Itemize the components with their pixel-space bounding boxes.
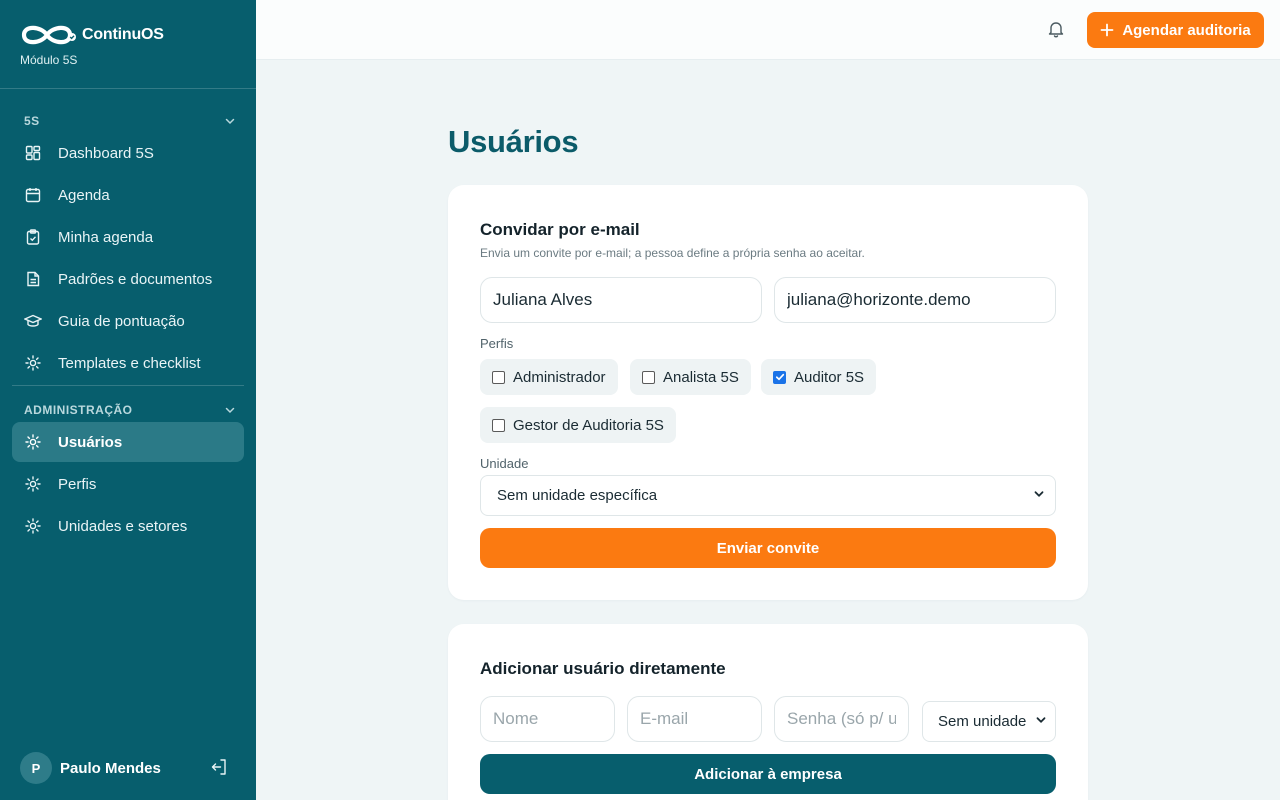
sidebar-item-label: Unidades e setores: [58, 517, 188, 535]
sidebar: ContinuOS Módulo 5S 5S Dashboard 5S Agen…: [0, 0, 256, 800]
checkbox[interactable]: [642, 370, 655, 384]
invite-title: Convidar por e-mail: [480, 220, 640, 239]
sidebar-item-usuarios[interactable]: Usuários: [12, 422, 244, 462]
calendar-icon: [24, 186, 42, 204]
profile-label: Gestor de Auditoria 5S: [513, 416, 664, 434]
chevron-down-icon: [224, 404, 236, 416]
chevron-down-icon: [1035, 713, 1047, 730]
unit-select[interactable]: Sem unidade específica: [480, 475, 1056, 516]
direct-name-input[interactable]: [480, 696, 615, 742]
invite-email-field[interactable]: [774, 277, 1056, 323]
page-title: Usuários: [448, 124, 579, 159]
chevron-down-icon: [224, 115, 236, 127]
brand-name: ContinuOS: [82, 26, 164, 43]
direct-unit-value: Sem unidade: [938, 713, 1027, 730]
user-profile: P Paulo Mendes: [20, 752, 236, 784]
section-5s-toggle[interactable]: 5S: [24, 114, 236, 128]
sidebar-divider: [12, 385, 244, 386]
gear-icon: [24, 433, 42, 451]
plus-icon: [1100, 23, 1114, 37]
sidebar-item-dashboard[interactable]: Dashboard 5S: [12, 133, 244, 173]
clipboard-icon: [24, 228, 42, 246]
direct-unit-select[interactable]: Sem unidade: [922, 701, 1056, 742]
profile-checkbox-analista[interactable]: Analista 5S: [630, 359, 751, 395]
direct-password-input[interactable]: [774, 696, 909, 742]
sidebar-item-guia[interactable]: Guia de pontuação: [12, 301, 244, 341]
topbar: Agendar auditoria: [256, 0, 1280, 60]
profile-checkbox-auditor[interactable]: Auditor 5S: [761, 359, 877, 395]
infinity-logo-icon: [20, 22, 76, 48]
schedule-audit-label: Agendar auditoria: [1122, 21, 1251, 39]
invite-card: Convidar por e-mail Envia um convite por…: [448, 185, 1088, 600]
profile-label: Analista 5S: [663, 368, 739, 386]
document-icon: [24, 270, 42, 288]
sidebar-item-padroes[interactable]: Padrões e documentos: [12, 259, 244, 299]
brand-subtitle: Módulo 5S: [20, 53, 78, 67]
send-invite-button[interactable]: Enviar convite: [480, 528, 1056, 568]
section-admin-toggle[interactable]: ADMINISTRAÇÃO: [24, 403, 236, 417]
logout-icon[interactable]: [210, 758, 228, 781]
sidebar-divider: [0, 88, 256, 89]
gear-icon: [24, 475, 42, 493]
profiles-label: Perfis: [480, 336, 514, 351]
sidebar-item-label: Padrões e documentos: [58, 270, 213, 288]
schedule-audit-button[interactable]: Agendar auditoria: [1087, 12, 1264, 48]
checkbox-checked[interactable]: [773, 370, 786, 384]
sidebar-item-label: Templates e checklist: [58, 354, 201, 372]
gear-icon: [24, 517, 42, 535]
add-to-company-button[interactable]: Adicionar à empresa: [480, 754, 1056, 794]
avatar[interactable]: P: [20, 752, 52, 784]
checkbox[interactable]: [492, 418, 505, 432]
profile-label: Administrador: [513, 368, 606, 386]
unit-label: Unidade: [480, 456, 529, 471]
sidebar-item-agenda[interactable]: Agenda: [12, 175, 244, 215]
sidebar-item-label: Usuários: [58, 433, 123, 451]
bell-icon[interactable]: [1048, 20, 1064, 43]
chevron-down-icon: [1033, 487, 1045, 504]
profile-checkbox-gestor[interactable]: Gestor de Auditoria 5S: [480, 407, 676, 443]
dashboard-icon: [24, 144, 42, 162]
direct-add-title: Adicionar usuário diretamente: [480, 659, 726, 678]
profile-checkbox-administrador[interactable]: Administrador: [480, 359, 618, 395]
sidebar-item-perfis[interactable]: Perfis: [12, 464, 244, 504]
brand: ContinuOS Módulo 5S: [20, 22, 164, 67]
gear-icon: [24, 354, 42, 372]
unit-select-value: Sem unidade específica: [497, 487, 658, 504]
sidebar-item-label: Guia de pontuação: [58, 312, 185, 330]
profile-label: Auditor 5S: [794, 368, 865, 386]
direct-add-card: Adicionar usuário diretamente Sem unidad…: [448, 624, 1088, 800]
sidebar-item-unidades[interactable]: Unidades e setores: [12, 506, 244, 546]
sidebar-item-label: Perfis: [58, 475, 97, 493]
sidebar-item-label: Minha agenda: [58, 228, 154, 246]
sidebar-item-label: Agenda: [58, 186, 110, 204]
section-label: 5S: [24, 114, 40, 128]
user-name: Paulo Mendes: [60, 759, 161, 777]
sidebar-item-label: Dashboard 5S: [58, 144, 154, 162]
direct-email-input[interactable]: [627, 696, 762, 742]
invite-name-field[interactable]: [480, 277, 762, 323]
section-label: ADMINISTRAÇÃO: [24, 403, 133, 417]
sidebar-item-minha-agenda[interactable]: Minha agenda: [12, 217, 244, 257]
invite-description: Envia um convite por e-mail; a pessoa de…: [480, 246, 865, 260]
sidebar-item-templates[interactable]: Templates e checklist: [12, 343, 244, 383]
checkbox[interactable]: [492, 370, 505, 384]
graduation-cap-icon: [24, 312, 42, 330]
